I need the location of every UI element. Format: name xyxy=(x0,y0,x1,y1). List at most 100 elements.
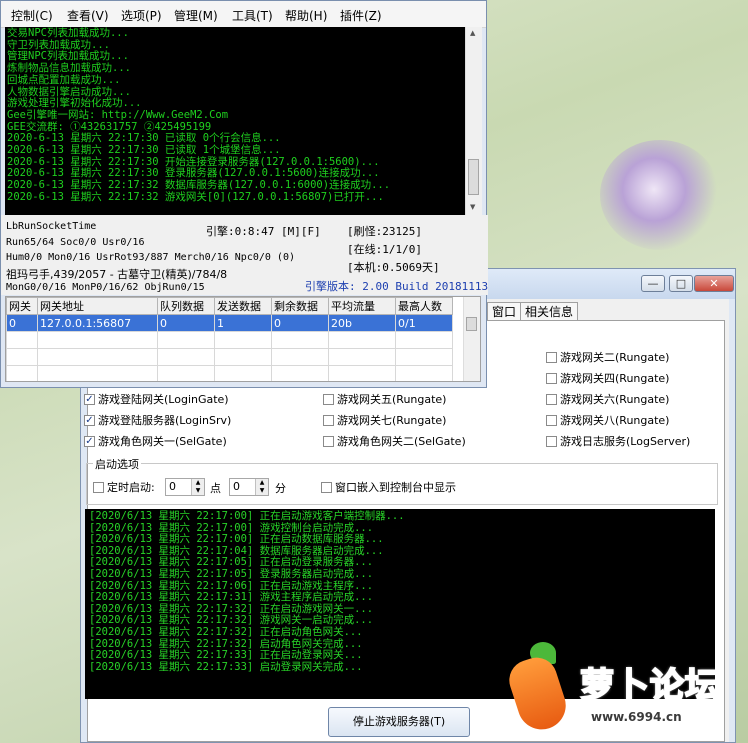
minimize-button[interactable]: — xyxy=(641,275,665,292)
hum-stats: Hum0/0 Mon0/16 UsrRot93/887 Merch0/16 Np… xyxy=(6,252,295,263)
menu-bar: 控制(C) 查看(V) 选项(P) 管理(M) 工具(T) 帮助(H) 插件(Z… xyxy=(1,1,486,28)
online-count: [在线:1/1/0] xyxy=(347,243,422,256)
scroll-thumb[interactable] xyxy=(466,317,477,331)
watermark-brand: 萝卜论坛 xyxy=(579,665,720,707)
log-line: Gee引擎唯一网站: http://Www.GeeM2.Com xyxy=(7,108,229,121)
menu-tools[interactable]: 工具(T) xyxy=(232,7,273,24)
menu-plugins[interactable]: 插件(Z) xyxy=(340,7,382,24)
checkbox-embed-window[interactable]: 窗口嵌入到控制台中显示 xyxy=(321,479,456,495)
engine-log-scrollbar[interactable]: ▲ ▼ xyxy=(465,27,482,215)
checkbox-logserver[interactable]: 游戏日志服务(LogServer) xyxy=(546,433,690,449)
menu-manage[interactable]: 管理(M) xyxy=(174,7,218,24)
table-row-empty xyxy=(6,348,453,366)
table-row-empty xyxy=(6,331,453,349)
table-row[interactable]: 0 127.0.0.1:56807 0 1 0 20b 0/1 xyxy=(6,314,453,332)
log-line: 2020-6-13 星期六 22:17:32 游戏网关[0](127.0.0.1… xyxy=(7,190,384,203)
col-gateway[interactable]: 网关 xyxy=(6,297,38,315)
menu-help[interactable]: 帮助(H) xyxy=(285,7,327,24)
engine-version: 引擎版本: 2.00 Build 20181113 xyxy=(305,280,489,293)
startup-options-title: 启动选项 xyxy=(93,456,141,472)
col-send-data[interactable]: 发送数据 xyxy=(214,297,272,315)
checkbox-gate5[interactable]: 游戏网关五(Rungate) xyxy=(323,391,446,407)
tab-related-info[interactable]: 相关信息 xyxy=(520,302,579,320)
engine-uptime: 引擎:0:8:47 [M][F] xyxy=(206,225,321,238)
background-flower xyxy=(600,140,720,250)
engine-status-panel: LbRunSocketTime 引擎:0:8:47 [M][F] [刷怪:231… xyxy=(1,215,488,295)
socket-time: LbRunSocketTime xyxy=(6,221,97,232)
engine-log-console: 交易NPC列表加载成功... 守卫列表加载成功... 管理NPC列表加载成功... 炼… xyxy=(5,27,465,215)
checkbox-box[interactable] xyxy=(323,393,334,405)
col-gateway-address[interactable]: 网关地址 xyxy=(37,297,158,315)
tab-window[interactable]: 窗口 xyxy=(487,302,522,320)
cell-address: 127.0.0.1:56807 xyxy=(37,314,158,332)
checkbox-box[interactable] xyxy=(321,481,332,493)
cell-send: 1 xyxy=(214,314,272,332)
menu-control[interactable]: 控制(C) xyxy=(11,7,53,24)
log-line: [2020/6/13 星期六 22:17:31] 游戏主程序启动完成... xyxy=(89,591,374,604)
cell-gateway: 0 xyxy=(6,314,38,332)
scroll-thumb[interactable] xyxy=(468,159,479,195)
checkbox-gate7[interactable]: 游戏网关七(Rungate) xyxy=(323,412,446,428)
checkbox-box[interactable] xyxy=(546,372,557,384)
monster-refresh: [刷怪:23125] xyxy=(347,225,422,238)
minute-spinner[interactable]: 0 ▲ ▼ xyxy=(229,478,269,496)
checkbox-box[interactable] xyxy=(323,414,334,426)
checkbox-box-checked[interactable]: ✓ xyxy=(84,435,95,447)
close-button[interactable]: ✕ xyxy=(694,275,734,292)
menu-options[interactable]: 选项(P) xyxy=(121,7,162,24)
checkbox-box[interactable] xyxy=(546,393,557,405)
checkbox-box[interactable] xyxy=(546,414,557,426)
minute-unit: 分 xyxy=(275,482,286,495)
spinner-arrows-icon[interactable]: ▲ ▼ xyxy=(255,479,268,495)
map-monster-info: 祖玛弓手,439/2057 - 古墓守卫(精英)/784/8 xyxy=(6,268,228,281)
mon-stats: MonG0/0/16 MonP0/16/62 ObjRun0/15 xyxy=(6,282,205,293)
log-line: [2020/6/13 星期六 22:17:05] 登录服务器启动完成... xyxy=(89,567,374,580)
col-average-traffic[interactable]: 平均流量 xyxy=(328,297,396,315)
cell-peak: 0/1 xyxy=(395,314,453,332)
checkbox-selgate1[interactable]: ✓ 游戏角色网关一(SelGate) xyxy=(84,433,227,449)
carrot-icon xyxy=(504,652,572,736)
checkbox-gate2[interactable]: 游戏网关二(Rungate) xyxy=(546,349,669,365)
checkbox-gate4[interactable]: 游戏网关四(Rungate) xyxy=(546,370,669,386)
stop-game-server-button[interactable]: 停止游戏服务器(T) xyxy=(328,707,470,737)
cell-queue: 0 xyxy=(157,314,215,332)
log-line: [2020/6/13 星期六 22:17:32] 正在启动角色网关... xyxy=(89,625,363,638)
hour-unit: 点 xyxy=(210,482,221,495)
checkbox-box[interactable] xyxy=(546,351,557,363)
game-engine-window: 控制(C) 查看(V) 选项(P) 管理(M) 工具(T) 帮助(H) 插件(Z… xyxy=(0,0,488,388)
watermark-site: www.6994.cn xyxy=(588,710,685,724)
menu-view[interactable]: 查看(V) xyxy=(67,7,109,24)
checkbox-gate8[interactable]: 游戏网关八(Rungate) xyxy=(546,412,669,428)
table-scrollbar[interactable] xyxy=(463,297,480,381)
cell-traffic: 20b xyxy=(328,314,396,332)
checkbox-box[interactable] xyxy=(93,481,104,493)
checkbox-box[interactable] xyxy=(323,435,334,447)
local-uptime: [本机:0.5069天] xyxy=(347,261,440,274)
checkbox-loginsrv[interactable]: ✓ 游戏登陆服务器(LoginSrv) xyxy=(84,412,231,428)
startup-options-group: 启动选项 定时启动: 0 ▲ ▼ 点 0 ▲ ▼ 分 窗口嵌入到控制台中显示 xyxy=(86,456,718,505)
maximize-button[interactable]: □ xyxy=(669,275,693,292)
checkbox-logingate[interactable]: ✓ 游戏登陆网关(LoginGate) xyxy=(84,391,229,407)
table-header-row: 网关 网关地址 队列数据 发送数据 剩余数据 平均流量 最高人数 xyxy=(6,297,453,315)
log-line: 交易NPC列表加载成功... xyxy=(7,27,129,39)
scroll-up-icon[interactable]: ▲ xyxy=(470,29,475,37)
table-row-empty xyxy=(6,365,453,381)
spinner-arrows-icon[interactable]: ▲ ▼ xyxy=(191,479,204,495)
log-line: 回城点配置加载成功... xyxy=(7,73,121,86)
run-stats: Run65/64 Soc0/0 Usr0/16 xyxy=(6,237,145,248)
log-line: 2020-6-13 星期六 22:17:30 已读取 1个城堡信息... xyxy=(7,144,281,157)
checkbox-box-checked[interactable]: ✓ xyxy=(84,414,95,426)
cell-remaining: 0 xyxy=(271,314,329,332)
col-queue-data[interactable]: 队列数据 xyxy=(157,297,215,315)
checkbox-box-checked[interactable]: ✓ xyxy=(84,393,95,405)
checkbox-box[interactable] xyxy=(546,435,557,447)
log-line: [2020/6/13 星期六 22:17:00] 正在启动游戏客户端控制器... xyxy=(89,510,405,522)
col-remaining-data[interactable]: 剩余数据 xyxy=(271,297,329,315)
forum-watermark: 萝卜论坛 www.6994.cn xyxy=(504,640,738,740)
checkbox-gate6[interactable]: 游戏网关六(Rungate) xyxy=(546,391,669,407)
scroll-down-icon[interactable]: ▼ xyxy=(470,203,475,211)
checkbox-timed-start[interactable]: 定时启动: xyxy=(93,479,155,495)
hour-spinner[interactable]: 0 ▲ ▼ xyxy=(165,478,205,496)
col-peak-users[interactable]: 最高人数 xyxy=(395,297,453,315)
checkbox-selgate2[interactable]: 游戏角色网关二(SelGate) xyxy=(323,433,466,449)
